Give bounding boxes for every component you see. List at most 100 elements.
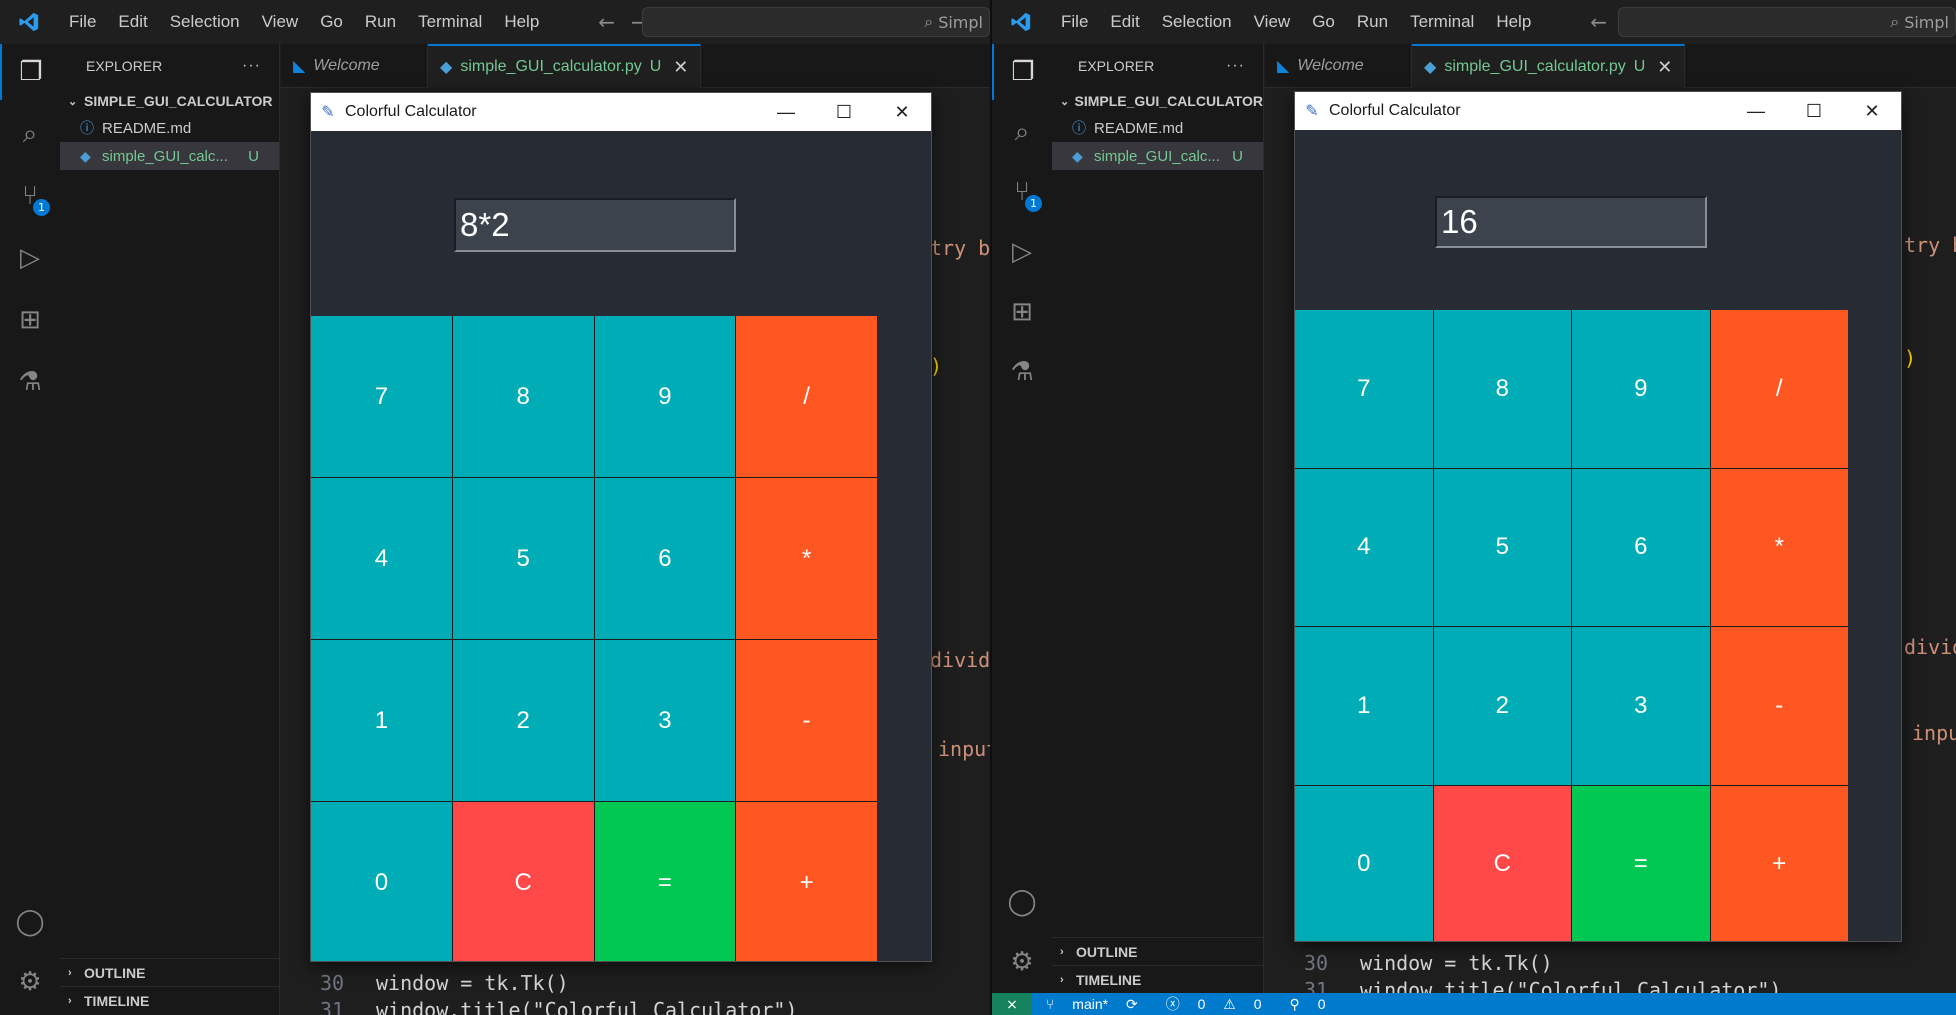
problems-indicator[interactable]: ⓧ 0 ⚠ 0 bbox=[1152, 994, 1276, 1014]
more-actions-icon[interactable]: ··· bbox=[242, 57, 261, 75]
tab-welcome[interactable]: ◣ Welcome bbox=[1265, 44, 1412, 88]
key-8[interactable]: 8 bbox=[452, 316, 594, 477]
back-arrow-icon[interactable]: ← bbox=[590, 10, 623, 34]
source-control-icon[interactable]: ⑂ 1 bbox=[0, 168, 60, 224]
menu-run[interactable]: Run bbox=[1346, 12, 1399, 32]
key-divide[interactable]: / bbox=[736, 316, 877, 477]
menu-run[interactable]: Run bbox=[354, 12, 407, 32]
key-0[interactable]: 0 bbox=[1295, 785, 1433, 941]
menu-view[interactable]: View bbox=[251, 12, 310, 32]
key-add[interactable]: + bbox=[736, 802, 877, 961]
settings-gear-icon[interactable]: ⚙ bbox=[992, 934, 1052, 990]
testing-icon[interactable]: ⚗ bbox=[992, 344, 1052, 400]
search-icon[interactable]: ⌕ bbox=[0, 106, 60, 162]
close-icon[interactable]: ✕ bbox=[673, 57, 688, 78]
menu-file[interactable]: File bbox=[58, 12, 107, 32]
branch-indicator[interactable]: ⑂ main* ⟳ bbox=[1032, 996, 1152, 1013]
timeline-section[interactable]: › TIMELINE bbox=[60, 986, 279, 1014]
outline-section[interactable]: › OUTLINE bbox=[60, 958, 279, 986]
close-icon[interactable]: ✕ bbox=[1657, 57, 1672, 78]
file-calculator-py[interactable]: ◆ simple_GUI_calc... U bbox=[1052, 142, 1263, 170]
menu-selection[interactable]: Selection bbox=[1151, 12, 1243, 32]
menu-edit[interactable]: Edit bbox=[107, 12, 158, 32]
timeline-section[interactable]: › TIMELINE bbox=[1052, 965, 1263, 993]
key-2[interactable]: 2 bbox=[1433, 627, 1571, 785]
menu-view[interactable]: View bbox=[1243, 12, 1302, 32]
menu-file[interactable]: File bbox=[1050, 12, 1099, 32]
menu-go[interactable]: Go bbox=[309, 12, 354, 32]
key-1[interactable]: 1 bbox=[311, 640, 452, 801]
key-9[interactable]: 9 bbox=[594, 316, 736, 477]
maximize-icon[interactable]: ☐ bbox=[815, 93, 873, 131]
run-debug-icon[interactable]: ▷ bbox=[992, 224, 1052, 280]
tab-calculator-py[interactable]: ◆ simple_GUI_calculator.py U ✕ bbox=[1412, 44, 1686, 88]
menu-edit[interactable]: Edit bbox=[1099, 12, 1150, 32]
key-4[interactable]: 4 bbox=[311, 478, 452, 639]
key-6[interactable]: 6 bbox=[594, 478, 736, 639]
key-4[interactable]: 4 bbox=[1295, 468, 1433, 626]
key-2[interactable]: 2 bbox=[452, 640, 594, 801]
explorer-icon[interactable]: ❐ bbox=[0, 44, 60, 100]
settings-gear-icon[interactable]: ⚙ bbox=[0, 954, 60, 1010]
testing-icon[interactable]: ⚗ bbox=[0, 354, 60, 410]
remote-icon[interactable]: ⨯ bbox=[992, 993, 1032, 1015]
key-6[interactable]: 6 bbox=[1572, 468, 1710, 626]
key-3[interactable]: 3 bbox=[594, 640, 736, 801]
outline-section[interactable]: › OUTLINE bbox=[1052, 937, 1263, 965]
explorer-sidebar: EXPLORER ··· ⌄ SIMPLE_GUI_CALCULATOR ⓘ R… bbox=[1052, 44, 1264, 1015]
menu-go[interactable]: Go bbox=[1301, 12, 1346, 32]
menu-help[interactable]: Help bbox=[1485, 12, 1542, 32]
file-calculator-py[interactable]: ◆ simple_GUI_calc... U bbox=[60, 142, 279, 170]
key-7[interactable]: 7 bbox=[311, 316, 452, 477]
run-debug-icon[interactable]: ▷ bbox=[0, 230, 60, 286]
key-clear[interactable]: C bbox=[452, 802, 594, 961]
ports-indicator[interactable]: ⚲ 0 bbox=[1276, 996, 1340, 1013]
explorer-icon[interactable]: ❐ bbox=[992, 44, 1052, 100]
key-add[interactable]: + bbox=[1710, 785, 1848, 941]
extensions-icon[interactable]: ⊞ bbox=[992, 284, 1052, 340]
file-readme[interactable]: ⓘ README.md bbox=[1052, 114, 1263, 142]
calculator-display[interactable]: 8*2 bbox=[454, 198, 736, 252]
key-5[interactable]: 5 bbox=[452, 478, 594, 639]
source-control-icon[interactable]: ⑂ 1 bbox=[992, 164, 1052, 220]
accounts-icon[interactable]: ◯ bbox=[992, 874, 1052, 930]
command-center[interactable]: ⌕ Simpl bbox=[1618, 7, 1956, 37]
search-icon[interactable]: ⌕ bbox=[992, 104, 1052, 160]
key-multiply[interactable]: * bbox=[1710, 468, 1848, 626]
close-icon[interactable]: ✕ bbox=[873, 93, 931, 131]
folder-root[interactable]: ⌄ SIMPLE_GUI_CALCULATOR bbox=[1052, 88, 1263, 114]
key-3[interactable]: 3 bbox=[1572, 627, 1710, 785]
accounts-icon[interactable]: ◯ bbox=[0, 894, 60, 950]
key-divide[interactable]: / bbox=[1710, 310, 1848, 468]
key-equals[interactable]: = bbox=[594, 802, 736, 961]
folder-root[interactable]: ⌄ SIMPLE_GUI_CALCULATOR bbox=[60, 88, 279, 114]
key-7[interactable]: 7 bbox=[1295, 310, 1433, 468]
key-1[interactable]: 1 bbox=[1295, 627, 1433, 785]
close-icon[interactable]: ✕ bbox=[1843, 92, 1901, 130]
extensions-icon[interactable]: ⊞ bbox=[0, 292, 60, 348]
tab-welcome[interactable]: ◣ Welcome bbox=[281, 44, 428, 88]
tab-calculator-py[interactable]: ◆ simple_GUI_calculator.py U ✕ bbox=[428, 44, 702, 88]
menu-help[interactable]: Help bbox=[493, 12, 550, 32]
key-subtract[interactable]: - bbox=[1710, 627, 1848, 785]
python-file-icon: ◆ bbox=[1424, 59, 1437, 76]
key-8[interactable]: 8 bbox=[1433, 310, 1571, 468]
calculator-display[interactable]: 16 bbox=[1435, 196, 1707, 248]
minimize-icon[interactable]: — bbox=[757, 93, 815, 131]
key-5[interactable]: 5 bbox=[1433, 468, 1571, 626]
menu-terminal[interactable]: Terminal bbox=[407, 12, 493, 32]
key-multiply[interactable]: * bbox=[736, 478, 877, 639]
back-arrow-icon[interactable]: ← bbox=[1582, 10, 1615, 34]
key-clear[interactable]: C bbox=[1433, 785, 1571, 941]
menu-selection[interactable]: Selection bbox=[159, 12, 251, 32]
command-center[interactable]: ⌕ Simpl bbox=[642, 7, 990, 37]
key-0[interactable]: 0 bbox=[311, 802, 452, 961]
key-subtract[interactable]: - bbox=[736, 640, 877, 801]
minimize-icon[interactable]: — bbox=[1727, 92, 1785, 130]
maximize-icon[interactable]: ☐ bbox=[1785, 92, 1843, 130]
more-actions-icon[interactable]: ··· bbox=[1226, 57, 1245, 75]
menu-terminal[interactable]: Terminal bbox=[1399, 12, 1485, 32]
file-readme[interactable]: ⓘ README.md bbox=[60, 114, 279, 142]
key-equals[interactable]: = bbox=[1572, 785, 1710, 941]
key-9[interactable]: 9 bbox=[1572, 310, 1710, 468]
